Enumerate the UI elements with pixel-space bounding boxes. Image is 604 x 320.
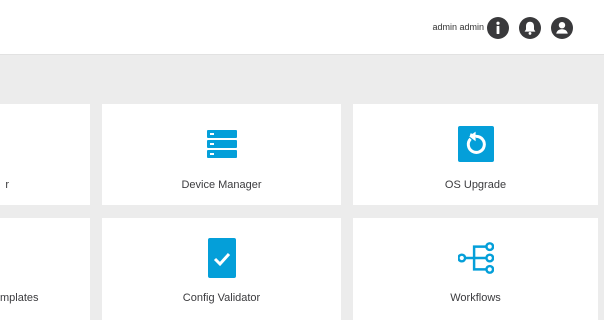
tile-label: OS Upgrade	[444, 179, 507, 191]
tile-label: Config Validator	[182, 292, 261, 304]
tile-label: r	[5, 179, 9, 191]
upgrade-refresh-icon	[457, 124, 494, 164]
user-account-icon[interactable]	[551, 17, 573, 39]
clipboard-check-icon	[204, 238, 240, 278]
tile-partial-left-1[interactable]: r	[0, 104, 90, 205]
server-icon	[204, 124, 240, 164]
tile-label: mplates	[0, 292, 39, 304]
workflow-icon	[457, 238, 494, 278]
user-name[interactable]: admin admin	[432, 22, 484, 32]
tile-workflows[interactable]: Workflows	[353, 218, 598, 320]
tile-label: Device Manager	[181, 179, 262, 191]
tile-partial-left-2[interactable]: mplates	[0, 218, 90, 320]
tile-config-validator[interactable]: Config Validator	[102, 218, 341, 320]
info-icon[interactable]	[487, 17, 509, 39]
top-bar: admin admin	[0, 0, 604, 55]
bell-icon[interactable]	[519, 17, 541, 39]
tile-os-upgrade[interactable]: OS Upgrade	[353, 104, 598, 205]
tile-label: Workflows	[450, 292, 501, 304]
tile-device-manager[interactable]: Device Manager	[102, 104, 341, 205]
